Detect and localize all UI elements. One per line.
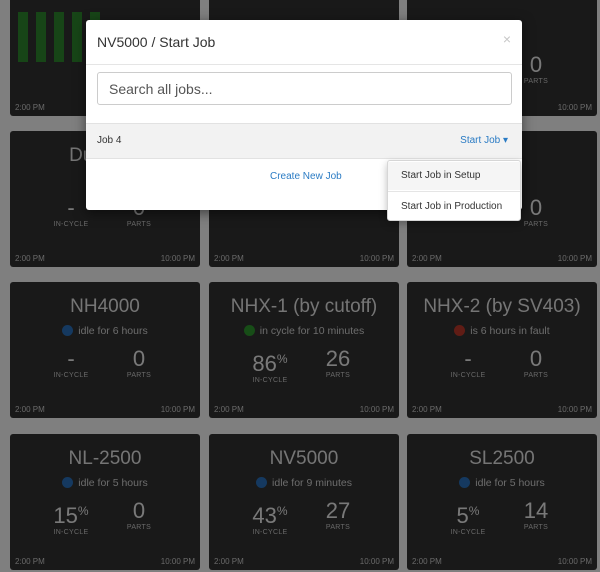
start-job-in-production-option[interactable]: Start Job in Production xyxy=(388,193,520,221)
job-row[interactable]: Job 4 Start Job ▾ xyxy=(86,123,522,159)
divider xyxy=(388,191,520,192)
close-icon[interactable]: × xyxy=(503,31,511,47)
modal-title: NV5000 / Start Job xyxy=(97,34,216,50)
start-job-button[interactable]: Start Job ▾ xyxy=(460,135,508,146)
create-new-job-link[interactable]: Create New Job xyxy=(270,171,342,182)
divider xyxy=(86,64,522,65)
start-job-dropdown: Start Job in Setup Start Job in Producti… xyxy=(387,160,521,221)
start-job-in-setup-option[interactable]: Start Job in Setup xyxy=(388,162,520,190)
search-input[interactable] xyxy=(97,72,512,105)
job-name: Job 4 xyxy=(97,135,122,146)
